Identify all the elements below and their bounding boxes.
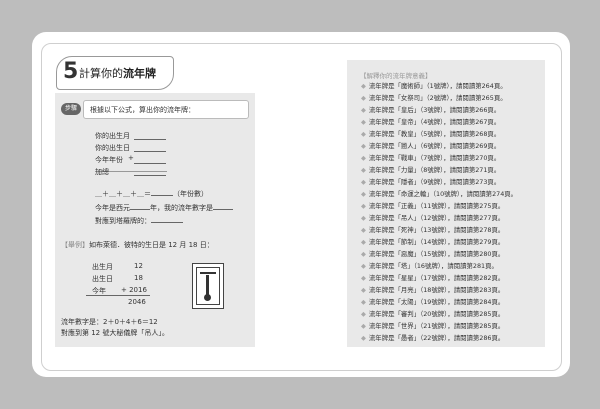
reference-item: ◆ 流年牌是「魔術師」（1號牌），請閱讀第264頁。 [361, 82, 507, 90]
reference-item: ◆ 流年牌是「女祭司」（2號牌），請閱讀第265頁。 [361, 94, 507, 102]
birth-day-blank[interactable] [134, 151, 166, 152]
step-instruction: 根據以下公式，算出你的流年牌： [90, 106, 195, 114]
section-title: 計算你的流年牌 [79, 67, 156, 80]
example-total: 2046 [128, 298, 146, 306]
mapping-sentence: 對應到塔羅牌的： [95, 216, 183, 226]
reference-item: ◆ 流年牌是「月亮」（18號牌），請閱讀第283頁。 [361, 286, 505, 294]
reference-item: ◆ 流年牌是「戰車」（7號牌），請閱讀第270頁。 [361, 154, 501, 162]
add-blank[interactable] [134, 175, 166, 176]
example-sum-line [86, 295, 150, 296]
plus-sign: + [128, 154, 134, 162]
reference-item: ◆ 流年牌是「星星」（17號牌），請閱讀第282頁。 [361, 274, 505, 282]
reference-item: ◆ 流年牌是「審判」（20號牌），請閱讀第285頁。 [361, 310, 505, 318]
reference-item: ◆ 流年牌是「惡魔」（15號牌），請閱讀第280頁。 [361, 250, 505, 258]
reference-item: ◆ 流年牌是「死神」（13號牌），請閱讀第278頁。 [361, 226, 505, 234]
example-conclusion-2: 對應到第 12 號大秘儀牌「吊人」。 [61, 329, 169, 337]
reference-item: ◆ 流年牌是「節制」（14號牌），請閱讀第279頁。 [361, 238, 505, 246]
reference-item: ◆ 流年牌是「力量」（8號牌），請閱讀第271頁。 [361, 166, 501, 174]
reference-item: ◆ 流年牌是「太陽」（19號牌），請閱讀第284頁。 [361, 298, 505, 306]
reference-item: ◆ 流年牌是「塔」（16號牌），請閱讀第281頁。 [361, 262, 498, 270]
example-row-value: + 2016 [121, 286, 147, 294]
result-sentence: 今年是西元 年，我的流年數字是 [95, 203, 233, 213]
reference-item: ◆ 流年牌是「隱者」（9號牌），請閱讀第273頁。 [361, 178, 501, 186]
section-number: 5 [63, 59, 79, 84]
step-badge: 步驟 [61, 103, 81, 115]
hanged-man-card-image [192, 263, 224, 309]
reference-item: ◆ 流年牌是「愚者」（22號牌），請閱讀第286頁。 [361, 334, 505, 342]
this-year-label: 今年年份 [95, 156, 123, 164]
reference-item: ◆ 流年牌是「戀人」（6號牌），請閱讀第269頁。 [361, 142, 501, 150]
example-row-value: 18 [134, 274, 143, 282]
reference-item: ◆ 流年牌是「吊人」（12號牌），請閱讀第277頁。 [361, 214, 505, 222]
example-row-label: 出生月 [92, 263, 113, 271]
reference-item: ◆ 流年牌是「正義」（11號牌），請閱讀第275頁。 [361, 202, 505, 210]
reference-item: ◆ 流年牌是「皇帝」（4號牌），請閱讀第267頁。 [361, 118, 501, 126]
birth-month-label: 你的出生月 [95, 132, 130, 140]
reference-item: ◆ 流年牌是「教皇」（5號牌），請閱讀第268頁。 [361, 130, 501, 138]
this-year-blank[interactable] [134, 163, 166, 164]
reference-item: ◆ 流年牌是「世界」（21號牌），請閱讀第285頁。 [361, 322, 505, 330]
example-row-value: 12 [134, 262, 143, 270]
reference-item: ◆ 流年牌是「皇后」（3號牌），請閱讀第266頁。 [361, 106, 501, 114]
reference-title: 【解釋你的流年牌意義】 [360, 72, 432, 80]
reference-item: ◆ 流年牌是「命運之輪」（10號牌），請閱讀第274頁。 [361, 190, 518, 198]
example-conclusion-1: 流年數字是：2＋0＋4＋6＝12 [61, 318, 158, 326]
birth-month-blank[interactable] [134, 139, 166, 140]
birth-day-label: 你的出生日 [95, 144, 130, 152]
add-label: 加總 [95, 168, 109, 176]
example-row-label: 出生日 [92, 275, 113, 283]
step-instruction-box: 根據以下公式，算出你的流年牌： [83, 100, 249, 119]
section-heading: 5 計算你的流年牌 [56, 56, 174, 90]
example-intro: 【舉例】如布萊德．彼特的生日是 12 月 18 日： [61, 241, 214, 249]
sum-formula: ＿＋＿＋＿＋＿＝ （年份數） [95, 190, 208, 198]
